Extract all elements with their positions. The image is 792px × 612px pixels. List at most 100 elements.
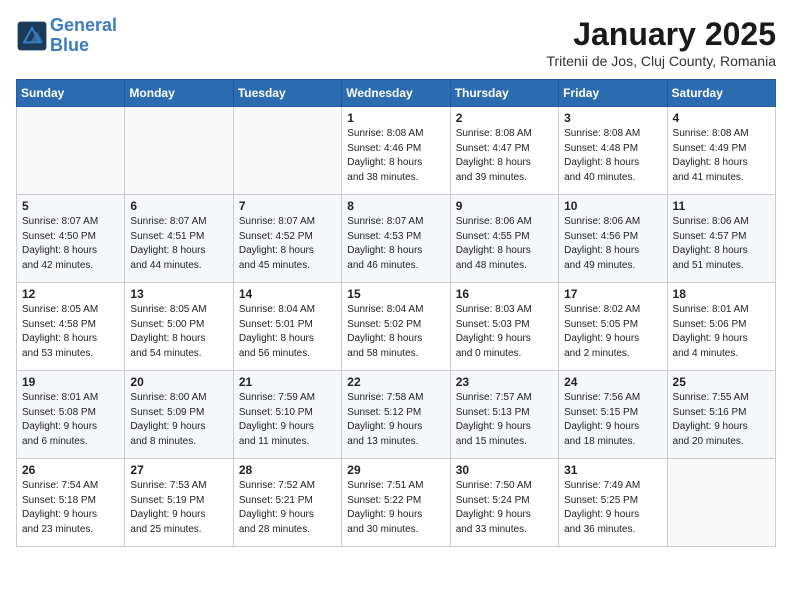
calendar-day: 9 Sunrise: 8:06 AM Sunset: 4:55 PM Daylig… (450, 195, 558, 283)
day-number: 9 (456, 199, 553, 213)
day-info: Sunrise: 8:08 AM Sunset: 4:47 PM Dayligh… (456, 127, 553, 185)
day-number: 22 (347, 375, 444, 389)
day-number: 27 (130, 463, 227, 477)
calendar-body: 1 Sunrise: 8:08 AM Sunset: 4:46 PM Daylig… (17, 107, 776, 547)
weekday-header-friday: Friday (559, 80, 667, 107)
calendar-day: 20Sunrise: 8:00 AM Sunset: 5:09 PM Dayli… (125, 371, 233, 459)
calendar-week-1: 1 Sunrise: 8:08 AM Sunset: 4:46 PM Daylig… (17, 107, 776, 195)
day-number: 6 (130, 199, 227, 213)
day-info: Sunrise: 7:52 AM Sunset: 5:21 PM Dayligh… (239, 479, 336, 537)
day-info: Sunrise: 8:06 AM Sunset: 4:57 PM Dayligh… (673, 215, 770, 273)
calendar-header: SundayMondayTuesdayWednesdayThursdayFrid… (17, 80, 776, 107)
weekday-header-sunday: Sunday (17, 80, 125, 107)
calendar-day: 12 Sunrise: 8:05 AM Sunset: 4:58 PM Dayli… (17, 283, 125, 371)
day-info: Sunrise: 8:05 AM Sunset: 5:00 PM Dayligh… (130, 303, 227, 361)
calendar-week-3: 12 Sunrise: 8:05 AM Sunset: 4:58 PM Dayli… (17, 283, 776, 371)
day-number: 26 (22, 463, 119, 477)
day-number: 18 (673, 287, 770, 301)
calendar-day: 31 Sunrise: 7:49 AM Sunset: 5:25 PM Dayli… (559, 459, 667, 547)
weekday-header-tuesday: Tuesday (233, 80, 341, 107)
day-info: Sunrise: 8:08 AM Sunset: 4:49 PM Dayligh… (673, 127, 770, 185)
day-number: 17 (564, 287, 661, 301)
day-info: Sunrise: 8:04 AM Sunset: 5:01 PM Dayligh… (239, 303, 336, 361)
calendar-day: 6 Sunrise: 8:07 AM Sunset: 4:51 PM Daylig… (125, 195, 233, 283)
calendar-day (17, 107, 125, 195)
day-number: 15 (347, 287, 444, 301)
day-number: 25 (673, 375, 770, 389)
calendar-table: SundayMondayTuesdayWednesdayThursdayFrid… (16, 79, 776, 547)
day-info: Sunrise: 7:57 AM Sunset: 5:13 PM Dayligh… (456, 391, 553, 449)
day-number: 19 (22, 375, 119, 389)
calendar-day: 26 Sunrise: 7:54 AM Sunset: 5:18 PM Dayli… (17, 459, 125, 547)
weekday-header-row: SundayMondayTuesdayWednesdayThursdayFrid… (17, 80, 776, 107)
day-number: 7 (239, 199, 336, 213)
calendar-day: 11 Sunrise: 8:06 AM Sunset: 4:57 PM Dayli… (667, 195, 775, 283)
day-number: 8 (347, 199, 444, 213)
calendar-day: 4 Sunrise: 8:08 AM Sunset: 4:49 PM Daylig… (667, 107, 775, 195)
day-info: Sunrise: 7:50 AM Sunset: 5:24 PM Dayligh… (456, 479, 553, 537)
logo-icon (16, 20, 48, 52)
day-info: Sunrise: 8:03 AM Sunset: 5:03 PM Dayligh… (456, 303, 553, 361)
weekday-header-wednesday: Wednesday (342, 80, 450, 107)
day-number: 16 (456, 287, 553, 301)
weekday-header-monday: Monday (125, 80, 233, 107)
calendar-day: 18 Sunrise: 8:01 AM Sunset: 5:06 PM Dayli… (667, 283, 775, 371)
day-number: 13 (130, 287, 227, 301)
day-info: Sunrise: 7:49 AM Sunset: 5:25 PM Dayligh… (564, 479, 661, 537)
calendar-day (233, 107, 341, 195)
day-number: 1 (347, 111, 444, 125)
day-number: 4 (673, 111, 770, 125)
day-number: 3 (564, 111, 661, 125)
day-number: 5 (22, 199, 119, 213)
day-info: Sunrise: 8:07 AM Sunset: 4:50 PM Dayligh… (22, 215, 119, 273)
calendar-day: 8 Sunrise: 8:07 AM Sunset: 4:53 PM Daylig… (342, 195, 450, 283)
calendar-week-5: 26 Sunrise: 7:54 AM Sunset: 5:18 PM Dayli… (17, 459, 776, 547)
day-info: Sunrise: 8:06 AM Sunset: 4:55 PM Dayligh… (456, 215, 553, 273)
day-info: Sunrise: 8:08 AM Sunset: 4:48 PM Dayligh… (564, 127, 661, 185)
day-info: Sunrise: 7:59 AM Sunset: 5:10 PM Dayligh… (239, 391, 336, 449)
calendar-day: 27 Sunrise: 7:53 AM Sunset: 5:19 PM Dayli… (125, 459, 233, 547)
calendar-week-4: 19Sunrise: 8:01 AM Sunset: 5:08 PM Dayli… (17, 371, 776, 459)
day-number: 31 (564, 463, 661, 477)
calendar-day: 29Sunrise: 7:51 AM Sunset: 5:22 PM Dayli… (342, 459, 450, 547)
day-info: Sunrise: 8:04 AM Sunset: 5:02 PM Dayligh… (347, 303, 444, 361)
day-number: 12 (22, 287, 119, 301)
calendar-day: 25 Sunrise: 7:55 AM Sunset: 5:16 PM Dayli… (667, 371, 775, 459)
day-info: Sunrise: 7:53 AM Sunset: 5:19 PM Dayligh… (130, 479, 227, 537)
location-subtitle: Tritenii de Jos, Cluj County, Romania (546, 53, 776, 69)
day-number: 2 (456, 111, 553, 125)
day-number: 14 (239, 287, 336, 301)
day-info: Sunrise: 7:54 AM Sunset: 5:18 PM Dayligh… (22, 479, 119, 537)
month-title: January 2025 (546, 16, 776, 53)
day-number: 23 (456, 375, 553, 389)
day-info: Sunrise: 7:58 AM Sunset: 5:12 PM Dayligh… (347, 391, 444, 449)
calendar-day: 19Sunrise: 8:01 AM Sunset: 5:08 PM Dayli… (17, 371, 125, 459)
day-info: Sunrise: 8:05 AM Sunset: 4:58 PM Dayligh… (22, 303, 119, 361)
day-info: Sunrise: 8:01 AM Sunset: 5:06 PM Dayligh… (673, 303, 770, 361)
page-header: General Blue January 2025 Tritenii de Jo… (16, 16, 776, 69)
weekday-header-thursday: Thursday (450, 80, 558, 107)
calendar-day: 30 Sunrise: 7:50 AM Sunset: 5:24 PM Dayli… (450, 459, 558, 547)
calendar-day: 13 Sunrise: 8:05 AM Sunset: 5:00 PM Dayli… (125, 283, 233, 371)
day-number: 30 (456, 463, 553, 477)
day-info: Sunrise: 8:07 AM Sunset: 4:51 PM Dayligh… (130, 215, 227, 273)
day-info: Sunrise: 8:00 AM Sunset: 5:09 PM Dayligh… (130, 391, 227, 449)
day-number: 24 (564, 375, 661, 389)
logo: General Blue (16, 16, 117, 56)
day-number: 28 (239, 463, 336, 477)
weekday-header-saturday: Saturday (667, 80, 775, 107)
day-number: 11 (673, 199, 770, 213)
calendar-day: 5 Sunrise: 8:07 AM Sunset: 4:50 PM Daylig… (17, 195, 125, 283)
day-info: Sunrise: 8:07 AM Sunset: 4:53 PM Dayligh… (347, 215, 444, 273)
calendar-day: 21Sunrise: 7:59 AM Sunset: 5:10 PM Dayli… (233, 371, 341, 459)
calendar-day: 14 Sunrise: 8:04 AM Sunset: 5:01 PM Dayli… (233, 283, 341, 371)
day-info: Sunrise: 8:08 AM Sunset: 4:46 PM Dayligh… (347, 127, 444, 185)
calendar-day (125, 107, 233, 195)
logo-text: General Blue (50, 16, 117, 56)
calendar-day (667, 459, 775, 547)
day-info: Sunrise: 7:51 AM Sunset: 5:22 PM Dayligh… (347, 479, 444, 537)
day-info: Sunrise: 7:55 AM Sunset: 5:16 PM Dayligh… (673, 391, 770, 449)
day-info: Sunrise: 8:07 AM Sunset: 4:52 PM Dayligh… (239, 215, 336, 273)
calendar-day: 22 Sunrise: 7:58 AM Sunset: 5:12 PM Dayli… (342, 371, 450, 459)
day-info: Sunrise: 8:02 AM Sunset: 5:05 PM Dayligh… (564, 303, 661, 361)
